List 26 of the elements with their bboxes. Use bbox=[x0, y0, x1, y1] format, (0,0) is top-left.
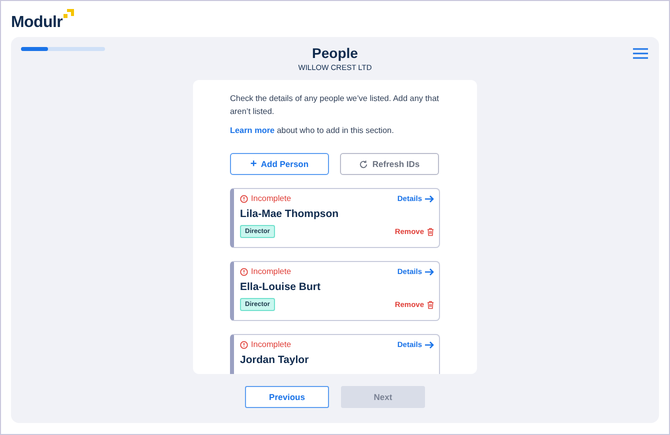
person-name: Ella-Louise Burt bbox=[240, 281, 322, 293]
brand-logo: Modulr bbox=[11, 14, 63, 32]
previous-button[interactable]: Previous bbox=[245, 386, 329, 408]
alert-icon bbox=[240, 268, 248, 276]
logo-mark-icon bbox=[62, 9, 74, 20]
learn-more-link[interactable]: Learn more bbox=[230, 126, 275, 135]
arrow-icon bbox=[425, 268, 434, 276]
intro-text: Check the details of any people we’ve listed. Add any that aren’t listed. bbox=[230, 93, 440, 118]
arrow-icon bbox=[425, 340, 434, 348]
help-text: Learn more about who to add in this section. bbox=[230, 125, 395, 137]
trash-icon bbox=[427, 300, 434, 308]
plus-icon: + bbox=[250, 158, 257, 170]
alert-icon bbox=[240, 340, 248, 348]
refresh-icon bbox=[359, 160, 368, 168]
alert-icon bbox=[240, 194, 248, 202]
page-title: People bbox=[312, 45, 358, 61]
add-person-button[interactable]: + Add Person bbox=[230, 153, 329, 175]
trash-icon bbox=[427, 228, 434, 236]
status-label: Incomplete bbox=[240, 267, 292, 276]
arrow-icon bbox=[425, 194, 434, 202]
person-name: Jordan Taylor bbox=[240, 354, 310, 366]
menu-icon[interactable] bbox=[633, 48, 648, 59]
person-name: Lila-Mae Thompson bbox=[240, 208, 340, 220]
status-label: Incomplete bbox=[240, 340, 292, 349]
status-label: Incomplete bbox=[240, 194, 292, 203]
refresh-ids-button[interactable]: Refresh IDs bbox=[340, 153, 439, 175]
